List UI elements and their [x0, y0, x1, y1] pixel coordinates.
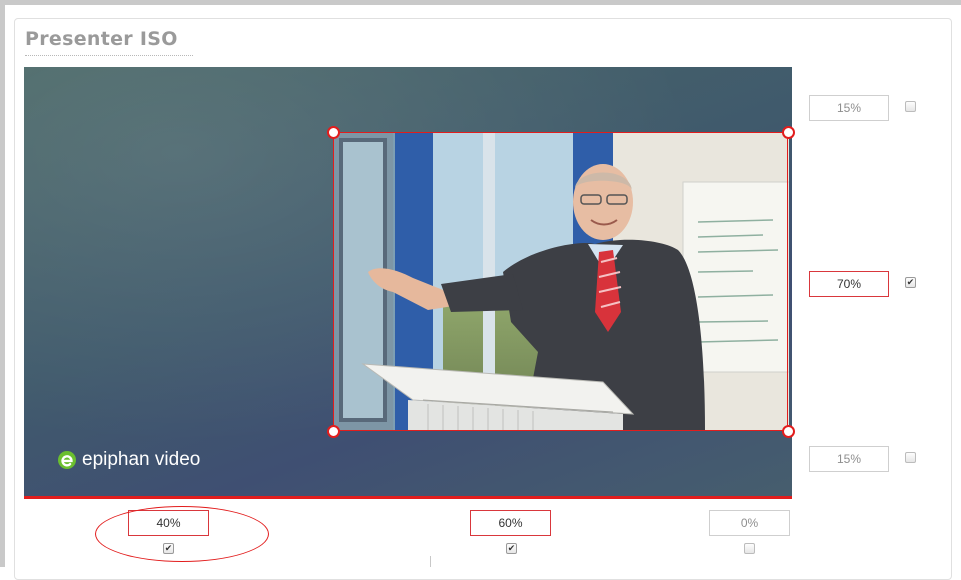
right-margin-checkbox[interactable]	[744, 543, 755, 554]
bottom-margin-checkbox[interactable]	[905, 452, 916, 463]
epiphan-logo-icon	[58, 451, 76, 469]
canvas-bottom-line	[24, 496, 792, 499]
bottom-margin-input[interactable]: 15%	[809, 446, 889, 472]
panel-title: Presenter ISO	[25, 28, 178, 50]
presenter-crop-frame[interactable]	[333, 132, 788, 431]
logo-text: epiphan video	[82, 449, 201, 470]
checkmark-icon: ✔	[507, 543, 516, 553]
height-percent-input[interactable]: 70%	[809, 271, 889, 297]
width-percent-checkbox[interactable]: ✔	[506, 543, 517, 554]
resize-handle-bottom-right[interactable]	[782, 425, 795, 438]
top-margin-input[interactable]: 15%	[809, 95, 889, 121]
resize-handle-top-left[interactable]	[327, 126, 340, 139]
panel-title-underline	[25, 55, 193, 56]
height-percent-checkbox[interactable]: ✔	[905, 277, 916, 288]
resize-handle-bottom-left[interactable]	[327, 425, 340, 438]
left-border	[0, 0, 5, 567]
top-border	[0, 0, 961, 5]
checkmark-icon: ✔	[906, 277, 915, 287]
center-divider	[430, 556, 431, 567]
right-margin-input[interactable]: 0%	[709, 510, 790, 536]
width-percent-input[interactable]: 60%	[470, 510, 551, 536]
resize-handle-top-right[interactable]	[782, 126, 795, 139]
top-margin-checkbox[interactable]	[905, 101, 916, 112]
epiphan-logo: epiphan video	[58, 447, 200, 473]
highlight-ellipse	[95, 506, 269, 562]
